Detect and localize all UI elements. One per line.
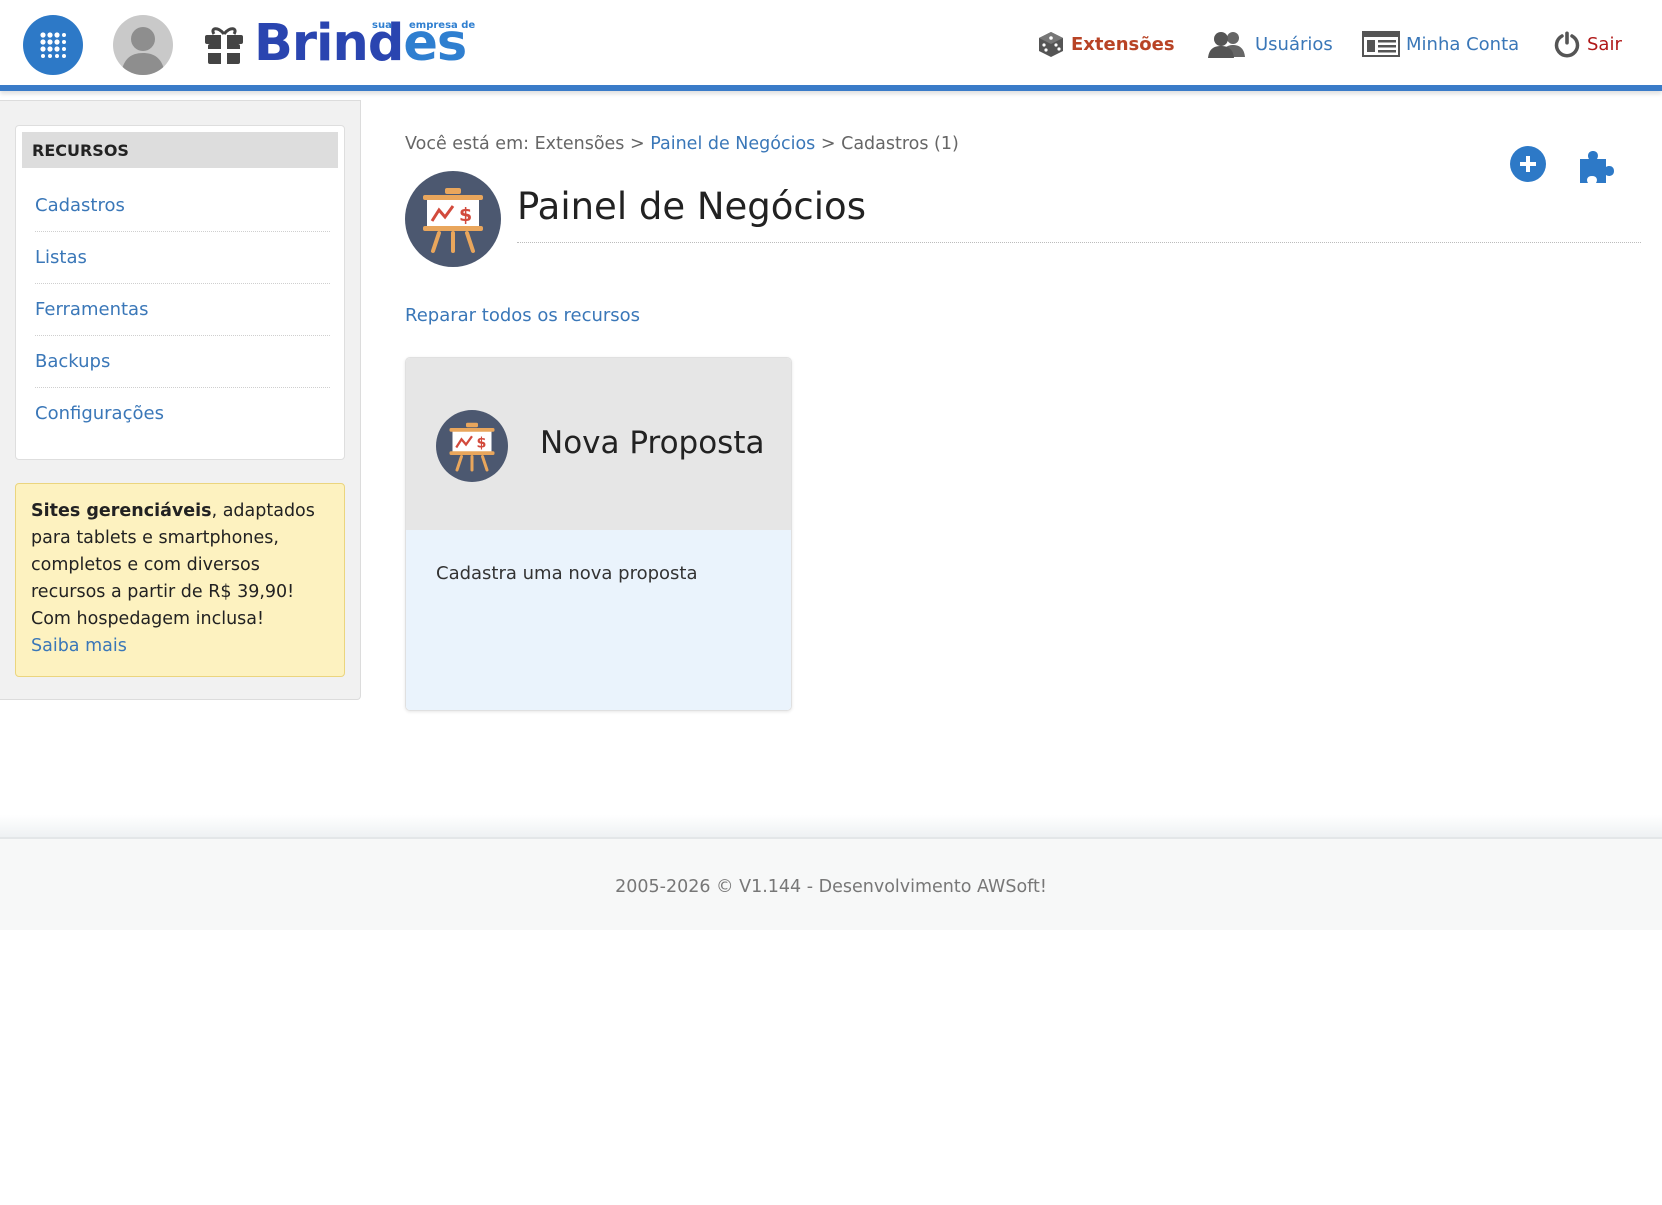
svg-text:$: $ — [459, 204, 472, 226]
resource-card-nova-proposta[interactable]: $ Nova Proposta Cadastra uma nova propos… — [405, 357, 792, 711]
card-header: $ Nova Proposta — [406, 358, 791, 530]
page-title: Painel de Negócios — [517, 185, 866, 228]
nav-minha-conta-label: Minha Conta — [1406, 33, 1520, 55]
logo-wordmark: Brindes — [254, 14, 467, 73]
user-avatar[interactable] — [113, 15, 173, 75]
nav-extensoes[interactable]: Extensões — [1037, 26, 1175, 62]
nav-sair-label: Sair — [1587, 33, 1622, 55]
nav-extensoes-label: Extensões — [1071, 33, 1175, 55]
plus-icon — [1520, 156, 1536, 172]
sidebar-item-backups[interactable]: Backups — [35, 336, 330, 388]
puzzle-icon — [1580, 151, 1614, 183]
sidebar-item-ferramentas[interactable]: Ferramentas — [35, 284, 330, 336]
breadcrumb-link-painel[interactable]: Painel de Negócios — [650, 134, 815, 154]
footer-text: 2005-2026 © V1.144 - Desenvolvimento AWS… — [615, 877, 1047, 897]
title-divider — [517, 242, 1641, 243]
logo-word-main: Brind — [254, 14, 404, 73]
nav-usuarios[interactable]: Usuários — [1207, 26, 1333, 62]
promo-bold-text: Sites gerenciáveis — [31, 501, 212, 521]
footer-shadow — [0, 815, 1662, 837]
card-icon: $ — [436, 410, 508, 482]
sidebar-item-configuracoes[interactable]: Configurações — [35, 388, 330, 440]
breadcrumb: Você está em: Extensões > Painel de Negó… — [405, 134, 959, 154]
promo-more-link[interactable]: Saiba mais — [31, 636, 127, 656]
person-silhouette-icon — [121, 27, 165, 75]
card-body: Cadastra uma nova proposta — [406, 530, 791, 710]
footer: 2005-2026 © V1.144 - Desenvolvimento AWS… — [0, 837, 1662, 930]
users-icon — [1208, 32, 1245, 58]
nav-sair[interactable]: Sair — [1553, 26, 1622, 62]
add-button[interactable] — [1510, 146, 1546, 182]
repair-all-resources-link[interactable]: Reparar todos os recursos — [405, 305, 640, 326]
nav-minha-conta[interactable]: Minha Conta — [1362, 26, 1519, 62]
resources-title: RECURSOS — [22, 132, 338, 168]
apps-menu-button[interactable] — [23, 15, 83, 75]
promo-box: Sites gerenciáveis, adaptados para table… — [15, 483, 345, 677]
gift-box-icon — [205, 27, 243, 64]
account-list-icon — [1362, 31, 1400, 57]
card-title: Nova Proposta — [540, 425, 765, 461]
breadcrumb-suffix: > Cadastros (1) — [820, 134, 959, 154]
easel-chart-icon: $ — [423, 188, 483, 253]
extensions-button[interactable] — [1576, 145, 1616, 185]
card-description: Cadastra uma nova proposta — [436, 563, 698, 584]
easel-chart-icon: $ — [449, 422, 495, 472]
nav-usuarios-label: Usuários — [1255, 33, 1333, 55]
sidebar: RECURSOS Cadastros Listas Ferramentas Ba… — [0, 100, 361, 700]
svg-text:$: $ — [477, 436, 487, 452]
resources-panel: RECURSOS Cadastros Listas Ferramentas Ba… — [15, 125, 345, 460]
logo-word-accent: es — [403, 14, 467, 73]
breadcrumb-prefix: Você está em: Extensões > — [405, 134, 645, 154]
dice-icon — [1039, 32, 1063, 57]
sidebar-item-cadastros[interactable]: Cadastros — [35, 180, 330, 232]
power-icon — [1554, 31, 1580, 58]
brand-logo[interactable]: sua empresa de Brindes — [202, 14, 482, 74]
grid-icon — [40, 32, 66, 58]
page-icon: $ — [405, 171, 501, 267]
top-header: sua empresa de Brindes Extensões Usuário… — [0, 0, 1662, 91]
sidebar-item-listas[interactable]: Listas — [35, 232, 330, 284]
